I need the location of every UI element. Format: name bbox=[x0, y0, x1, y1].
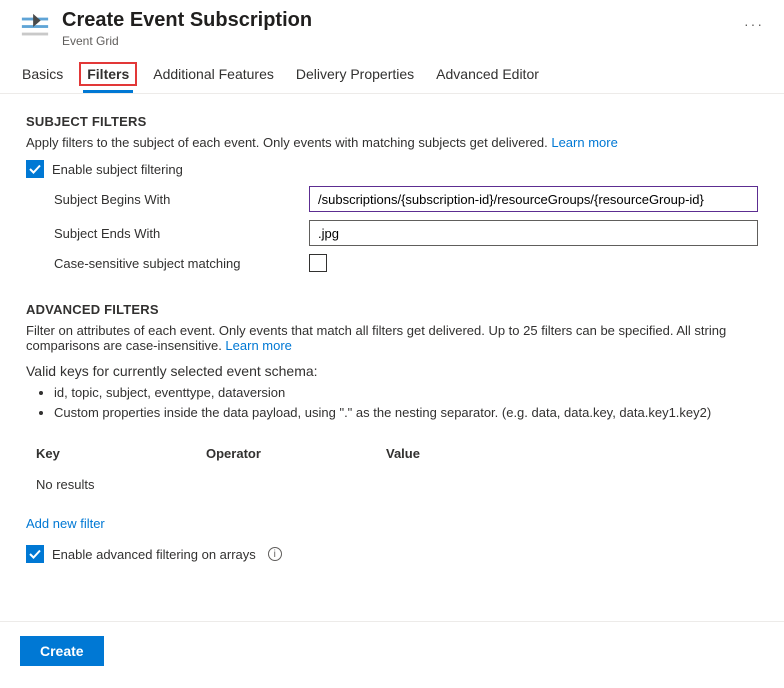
filter-col-value: Value bbox=[386, 446, 758, 461]
advanced-filters-description-text: Filter on attributes of each event. Only… bbox=[26, 323, 726, 353]
check-icon bbox=[29, 548, 41, 560]
subject-begins-with-input[interactable] bbox=[309, 186, 758, 212]
page-subtitle: Event Grid bbox=[62, 34, 714, 48]
enable-subject-filtering-label: Enable subject filtering bbox=[52, 162, 183, 177]
add-new-filter-link[interactable]: Add new filter bbox=[26, 516, 758, 531]
case-sensitive-checkbox[interactable] bbox=[309, 254, 327, 272]
case-sensitive-label: Case-sensitive subject matching bbox=[54, 256, 309, 271]
advanced-filters-description: Filter on attributes of each event. Only… bbox=[26, 323, 758, 353]
tab-basics[interactable]: Basics bbox=[20, 60, 65, 93]
subject-filters-description: Apply filters to the subject of each eve… bbox=[26, 135, 758, 150]
valid-keys-title: Valid keys for currently selected event … bbox=[26, 363, 758, 379]
subject-begins-with-label: Subject Begins With bbox=[54, 192, 309, 207]
enable-array-filtering-label: Enable advanced filtering on arrays bbox=[52, 547, 256, 562]
create-button[interactable]: Create bbox=[20, 636, 104, 666]
page-title: Create Event Subscription bbox=[62, 8, 714, 32]
tab-filters-label: Filters bbox=[79, 62, 137, 86]
valid-keys-list: id, topic, subject, eventtype, dataversi… bbox=[26, 383, 758, 422]
tab-delivery-properties[interactable]: Delivery Properties bbox=[294, 60, 416, 93]
subject-filters-description-text: Apply filters to the subject of each eve… bbox=[26, 135, 551, 150]
tab-bar: Basics Filters Additional Features Deliv… bbox=[0, 48, 784, 94]
filter-no-results: No results bbox=[26, 467, 758, 502]
filter-table-header: Key Operator Value bbox=[26, 440, 758, 467]
tab-additional-features[interactable]: Additional Features bbox=[151, 60, 276, 93]
subject-ends-with-input[interactable] bbox=[309, 220, 758, 246]
footer: Create bbox=[0, 621, 784, 680]
subject-learn-more-link[interactable]: Learn more bbox=[551, 135, 617, 150]
more-options-button[interactable]: ··· bbox=[744, 16, 764, 32]
advanced-filters-heading: ADVANCED FILTERS bbox=[26, 302, 758, 317]
subject-ends-with-label: Subject Ends With bbox=[54, 226, 309, 241]
event-grid-icon bbox=[20, 12, 50, 42]
tab-advanced-editor[interactable]: Advanced Editor bbox=[434, 60, 541, 93]
tab-filters[interactable]: Filters bbox=[83, 60, 133, 93]
filter-col-key: Key bbox=[26, 446, 206, 461]
valid-keys-item: Custom properties inside the data payloa… bbox=[54, 403, 758, 423]
enable-subject-filtering-checkbox[interactable] bbox=[26, 160, 44, 178]
subject-filters-heading: SUBJECT FILTERS bbox=[26, 114, 758, 129]
info-icon[interactable]: i bbox=[268, 547, 282, 561]
filter-col-operator: Operator bbox=[206, 446, 386, 461]
valid-keys-item: id, topic, subject, eventtype, dataversi… bbox=[54, 383, 758, 403]
advanced-learn-more-link[interactable]: Learn more bbox=[225, 338, 291, 353]
check-icon bbox=[29, 163, 41, 175]
enable-array-filtering-checkbox[interactable] bbox=[26, 545, 44, 563]
